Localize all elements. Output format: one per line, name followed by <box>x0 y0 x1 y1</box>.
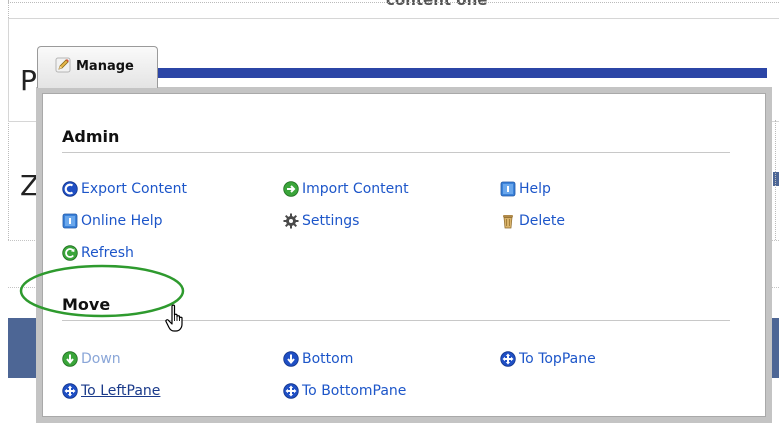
settings-label: Settings <box>302 213 360 229</box>
refresh-icon <box>62 245 78 261</box>
trash-icon <box>500 213 516 229</box>
move-to-leftpane-item[interactable]: To LeftPane <box>62 381 160 401</box>
hand-pointer-icon <box>165 304 183 332</box>
dotted-divider <box>8 2 779 3</box>
move-to-leftpane-label: To LeftPane <box>81 383 161 399</box>
section-divider <box>62 320 730 321</box>
online-help-label: Online Help <box>81 213 163 229</box>
move-to-toppane-item[interactable]: To TopPane <box>500 349 596 369</box>
online-help-item[interactable]: Online Help <box>62 211 163 231</box>
manage-menu: Admin Export Content Import Content Help… <box>36 87 772 423</box>
online-help-icon <box>62 213 78 229</box>
accent-bar <box>773 172 779 186</box>
manage-button[interactable]: Manage <box>37 46 158 88</box>
move-icon <box>500 351 516 367</box>
export-content-label: Export Content <box>81 181 187 197</box>
refresh-item[interactable]: Refresh <box>62 243 134 263</box>
arrow-down-icon <box>62 351 78 367</box>
import-content-item[interactable]: Import Content <box>283 179 409 199</box>
accent-bar <box>140 68 767 78</box>
delete-item[interactable]: Delete <box>500 211 565 231</box>
move-bottom-item[interactable]: Bottom <box>283 349 353 369</box>
move-down-label: Down <box>81 351 121 367</box>
move-to-bottompane-item[interactable]: To BottomPane <box>283 381 406 401</box>
import-icon <box>283 181 299 197</box>
move-bottom-label: Bottom <box>302 351 354 367</box>
export-icon <box>62 181 78 197</box>
move-to-toppane-label: To TopPane <box>519 351 596 367</box>
gear-icon <box>283 213 299 229</box>
help-item[interactable]: Help <box>500 179 551 199</box>
help-label: Help <box>519 181 551 197</box>
export-content-item[interactable]: Export Content <box>62 179 187 199</box>
arrow-down-circle-icon <box>283 351 299 367</box>
delete-label: Delete <box>519 213 565 229</box>
dotted-divider <box>775 120 776 240</box>
move-icon <box>283 383 299 399</box>
section-divider <box>62 152 730 153</box>
move-down-item[interactable]: Down <box>62 349 121 369</box>
content-letter: P <box>20 64 37 97</box>
settings-item[interactable]: Settings <box>283 211 359 231</box>
admin-section-title: Admin <box>62 127 120 146</box>
import-content-label: Import Content <box>302 181 409 197</box>
move-to-bottompane-label: To BottomPane <box>302 383 407 399</box>
help-icon <box>500 181 516 197</box>
move-section-title: Move <box>62 295 111 314</box>
refresh-label: Refresh <box>81 245 134 261</box>
pencil-icon <box>55 57 71 73</box>
move-icon <box>62 383 78 399</box>
manage-label: Manage <box>76 59 134 74</box>
